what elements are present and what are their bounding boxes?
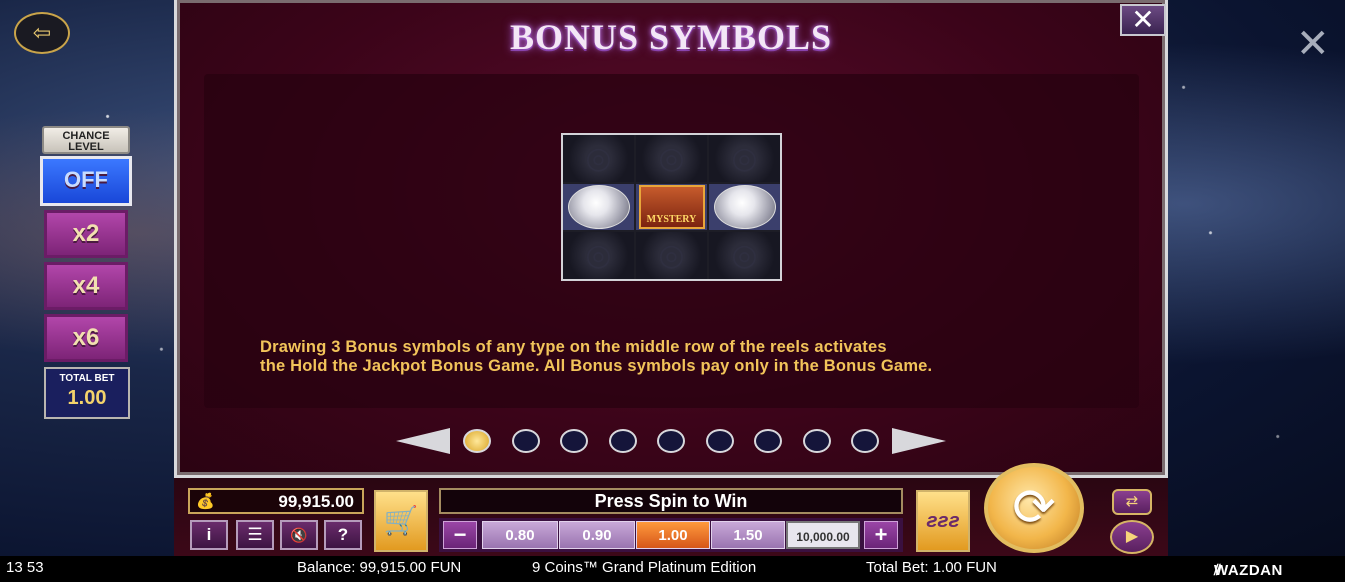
chance-x4-button[interactable]: x4 [44, 262, 128, 310]
prev-page-arrow-icon[interactable] [396, 428, 450, 454]
chance-x2-button[interactable]: x2 [44, 210, 128, 258]
chance-level-title: CHANCE LEVEL [42, 126, 130, 154]
bet-option[interactable]: 1.50 [711, 521, 785, 549]
bonus-description: Drawing 3 Bonus symbols of any type on t… [260, 338, 1080, 376]
status-bar: 13 53 Balance: 99,915.00 FUN 9 Coins™ Gr… [0, 556, 1345, 582]
turbo-button[interactable]: ⇄ [1112, 489, 1152, 515]
mystery-label: MYSTERY [646, 213, 697, 225]
page-dot[interactable] [851, 429, 879, 453]
reel-cell-empty: ◎ [563, 135, 634, 182]
reel-cell-empty: ◎ [709, 232, 780, 279]
menu-icon: ☰ [247, 525, 263, 544]
menu-button[interactable]: ☰ [236, 520, 274, 550]
auto-stop-button[interactable]: ƨƨƨ [916, 490, 970, 552]
cart-icon: 🛒 [383, 505, 419, 536]
help-button[interactable]: ? [324, 520, 362, 550]
reel-cell-empty: ◎ [636, 232, 707, 279]
spin-arrows-icon: ⟳ [1012, 479, 1056, 537]
stack-icon: ƨƨƨ [926, 510, 960, 532]
page-dot[interactable] [560, 429, 588, 453]
reels-example: ◎ ◎ ◎ MYSTERY ◎ ◎ ◎ [561, 133, 782, 281]
silver-coin-icon [567, 184, 630, 229]
exit-icon: ⇦ [32, 20, 52, 45]
clock: 13 53 [6, 559, 44, 576]
panel-title: BONUS SYMBOLS [509, 17, 833, 57]
game-title: 9 Coins™ Grand Platinum Edition [532, 559, 757, 576]
brand-name: WAZDAN [1214, 562, 1283, 579]
page-dot[interactable] [802, 429, 831, 453]
reel-cell-bonus [709, 183, 780, 231]
mystery-icon: MYSTERY [638, 184, 705, 229]
page-dot[interactable] [657, 429, 685, 453]
reel-cell-empty: ◎ [636, 135, 707, 182]
page-dot[interactable] [705, 429, 734, 453]
chance-title-line2: LEVEL [68, 141, 104, 153]
sound-button[interactable]: 🔇 [280, 520, 318, 550]
page-dot[interactable] [511, 429, 540, 453]
bet-option[interactable]: 0.80 [482, 521, 558, 549]
exit-button[interactable]: ⇦ [14, 12, 70, 54]
turbo-icon: ⇄ [1125, 493, 1139, 510]
chance-off-button[interactable]: OFF [40, 156, 132, 206]
next-page-arrow-icon[interactable] [892, 428, 946, 454]
description-line2: the Hold the Jackpot Bonus Game. All Bon… [260, 357, 933, 375]
reel-cell-bonus [563, 183, 634, 231]
bet-option-max[interactable]: 10,000.00 [786, 521, 860, 549]
spin-button[interactable]: ⟳ [984, 463, 1084, 553]
chance-x6-button[interactable]: x6 [44, 314, 128, 362]
autoplay-button[interactable]: ▶ [1110, 520, 1154, 554]
outer-close-icon[interactable]: ✕ [1296, 24, 1330, 64]
reel-cell-empty: ◎ [563, 232, 634, 279]
status-total-bet: Total Bet: 1.00 FUN [866, 559, 997, 576]
game-message: Press Spin to Win [439, 488, 903, 514]
info-button[interactable]: i [190, 520, 228, 550]
mute-icon: 🔇 [290, 527, 308, 543]
description-line1: Drawing 3 Bonus symbols of any type on t… [260, 338, 887, 356]
play-icon: ▶ [1125, 528, 1139, 545]
chance-total-bet: TOTAL BET 1.00 [44, 367, 130, 419]
status-balance: Balance: 99,915.00 FUN [297, 559, 462, 576]
bet-minus-button[interactable]: − [443, 521, 477, 549]
close-button[interactable]: ✕ [1120, 4, 1166, 36]
total-bet-value: 1.00 [67, 387, 107, 409]
bet-option-selected[interactable]: 1.00 [636, 521, 710, 549]
reel-cell-bonus: MYSTERY [636, 183, 707, 231]
balance-value: 99,915.00 [278, 492, 354, 511]
bet-plus-button[interactable]: + [864, 521, 898, 549]
total-bet-label: TOTAL BET [59, 373, 115, 384]
balance-display: 💰 99,915.00 [188, 488, 364, 514]
money-bag-icon: 💰 [196, 493, 215, 510]
reel-cell-empty: ◎ [709, 135, 780, 182]
info-icon: i [206, 525, 212, 544]
page-dot[interactable] [754, 429, 782, 453]
help-icon: ? [337, 525, 349, 544]
shop-button[interactable]: 🛒 [374, 490, 428, 552]
page-dot[interactable] [608, 429, 637, 453]
silver-coin-icon [713, 184, 776, 229]
bet-option[interactable]: 0.90 [559, 521, 635, 549]
page-dot[interactable] [463, 429, 491, 453]
